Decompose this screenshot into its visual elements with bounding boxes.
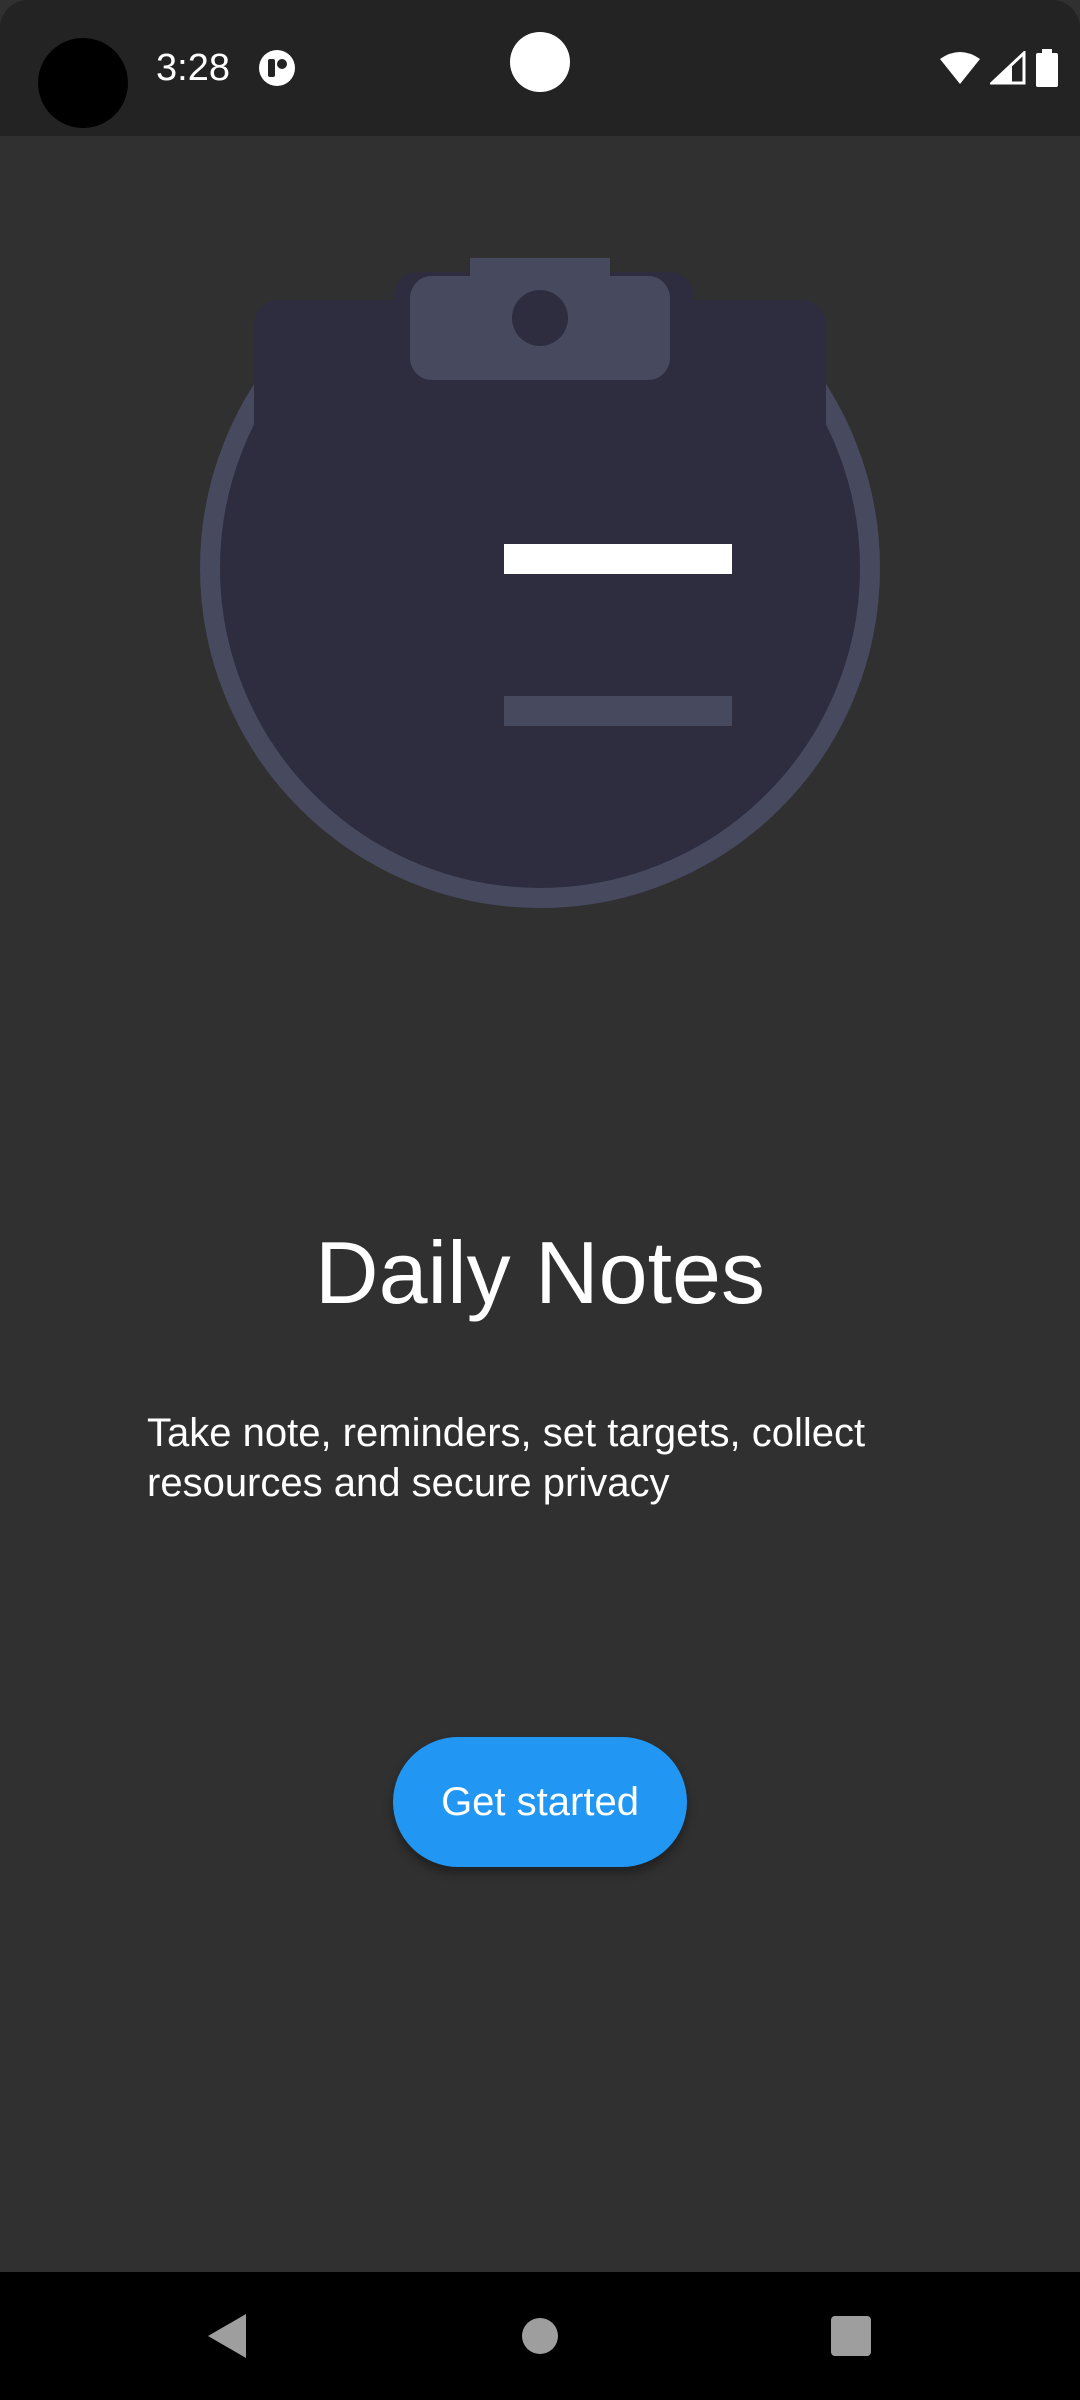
home-icon — [522, 2318, 558, 2354]
wifi-icon — [940, 52, 980, 84]
back-button[interactable] — [186, 2296, 266, 2376]
status-time: 3:28 — [156, 47, 230, 89]
status-icons — [940, 48, 1058, 88]
status-indicator-dot — [510, 32, 570, 92]
cell-signal-icon — [990, 51, 1026, 85]
app-description: Take note, reminders, set targets, colle… — [147, 1411, 866, 1505]
recents-icon — [831, 2316, 871, 2356]
clipboard-notes-icon — [200, 228, 880, 908]
battery-icon — [1036, 49, 1058, 87]
app-title: Daily Notes — [315, 1223, 765, 1322]
app-notification-icon — [259, 50, 295, 86]
navigation-bar — [0, 2272, 1080, 2400]
status-bar: 3:28 — [0, 0, 1080, 136]
camera-cutout — [38, 38, 128, 128]
recents-button[interactable] — [811, 2296, 891, 2376]
home-button[interactable] — [500, 2296, 580, 2376]
get-started-button[interactable]: Get started — [393, 1737, 687, 1867]
back-icon — [208, 2314, 246, 2358]
onboarding-screen: 3:28 Daily Notes Take note, reminders, s… — [0, 0, 1080, 2400]
